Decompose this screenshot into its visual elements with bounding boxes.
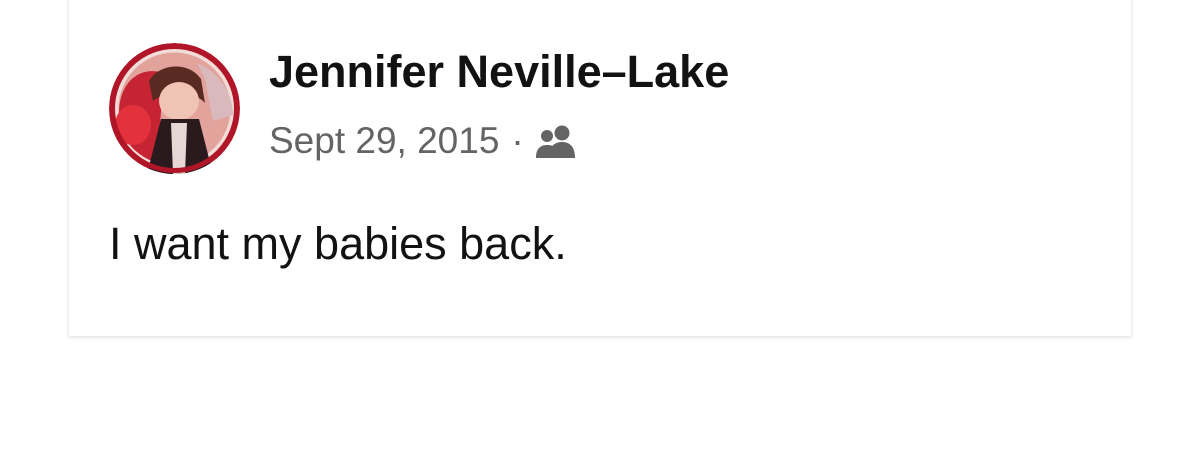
- meta-separator: ·: [511, 120, 524, 161]
- post-card: Jennifer Neville–Lake Sept 29, 2015 · I …: [68, 0, 1132, 336]
- author-name[interactable]: Jennifer Neville–Lake: [269, 46, 729, 98]
- author-avatar[interactable]: [109, 43, 240, 174]
- avatar-image: [109, 43, 240, 174]
- friends-icon[interactable]: [534, 124, 578, 158]
- page: Jennifer Neville–Lake Sept 29, 2015 · I …: [0, 0, 1200, 469]
- post-date[interactable]: Sept 29, 2015: [269, 120, 499, 162]
- post-body-text: I want my babies back.: [109, 218, 567, 269]
- post-meta: Sept 29, 2015 ·: [269, 117, 578, 165]
